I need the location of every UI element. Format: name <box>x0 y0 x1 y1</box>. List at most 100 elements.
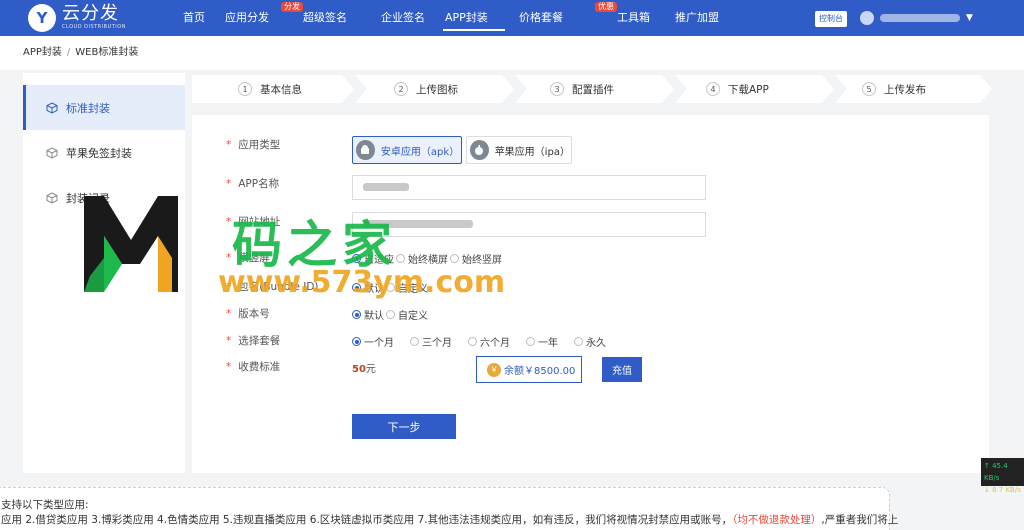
money-bag-icon: ￥ <box>487 362 501 377</box>
nav-item-super-sign[interactable]: 超级签名 <box>295 0 373 36</box>
sidebar-item-label: 标准封装 <box>66 101 110 115</box>
plan-option-6-months[interactable]: 六个月 <box>468 334 510 349</box>
upload-speed: ↑ 45.4 KB/s <box>984 462 1008 482</box>
ios-type-option[interactable]: 苹果应用（ipa） <box>466 136 572 164</box>
nav-label: 推广加盟 <box>675 11 719 24</box>
brand-subtitle: CLOUD DISTRIBUTION <box>62 24 126 30</box>
brand-logo[interactable]: Y 云分发 CLOUD DISTRIBUTION <box>28 4 126 32</box>
nav-item-home[interactable]: 首页 <box>175 0 217 36</box>
plan-option-forever[interactable]: 永久 <box>574 334 606 349</box>
ios-type-label: 苹果应用（ipa） <box>494 146 570 158</box>
version-option-default[interactable]: 默认 <box>352 307 384 322</box>
android-icon <box>356 140 375 160</box>
app-name-label: * APP名称 <box>226 178 280 190</box>
radio-button[interactable] <box>386 310 395 319</box>
step-number: 1 <box>238 82 252 96</box>
step-number: 4 <box>706 82 720 96</box>
radio-button[interactable] <box>352 310 361 319</box>
step-label: 上传图标 <box>416 83 458 96</box>
step-label: 上传发布 <box>884 83 926 96</box>
nav-item-pricing[interactable]: 价格套餐 优惠 <box>511 0 617 36</box>
main-nav: 首页 应用分发 分发 超级签名 企业签名 APP封装 价格套餐 优惠 工具箱 推广加… <box>175 0 731 36</box>
nav-label: 企业签名 <box>381 11 425 24</box>
step-number: 2 <box>394 82 408 96</box>
orientation-option-landscape[interactable]: 始终横屏 <box>396 251 448 266</box>
nav-label: 工具箱 <box>617 11 650 24</box>
url-input[interactable] <box>352 212 706 237</box>
recharge-button[interactable]: 充值 <box>602 357 642 382</box>
breadcrumb-current: WEB标准封装 <box>75 47 139 58</box>
blurred-value <box>363 183 409 191</box>
breadcrumb: APP封装 / WEB标准封装 <box>0 36 1024 70</box>
fee-value: 50元 <box>352 364 376 375</box>
brand-name: 云分发 <box>62 3 119 24</box>
notice-line-2-suffix: ,严重者我们将上 <box>821 514 899 526</box>
nav-label: APP封装 <box>445 11 488 24</box>
top-navbar: Y 云分发 CLOUD DISTRIBUTION 首页 应用分发 分发 超级签名 … <box>0 0 1024 36</box>
step-5: 5 上传发布 <box>862 75 926 103</box>
android-type-label: 安卓应用（apk） <box>380 146 460 158</box>
apple-icon <box>470 140 489 160</box>
balance-display: ￥ 余额￥8500.00 <box>476 356 582 383</box>
logo-icon: Y <box>28 4 56 32</box>
radio-button[interactable] <box>450 254 459 263</box>
step-label: 下载APP <box>728 83 769 96</box>
step-3: 3 配置插件 <box>550 75 614 103</box>
user-menu[interactable]: ▼ <box>860 8 980 28</box>
fee-label: * 收费标准 <box>226 361 281 373</box>
radio-button[interactable] <box>410 337 419 346</box>
radio-button[interactable] <box>396 254 405 263</box>
app-name-input[interactable] <box>352 175 706 200</box>
sidebar-item-apple-unsigned[interactable]: 苹果免签封装 <box>23 130 185 175</box>
nav-item-partner[interactable]: 推广加盟 <box>667 0 731 36</box>
radio-button[interactable] <box>352 337 361 346</box>
nav-item-app-package[interactable]: APP封装 <box>437 0 511 36</box>
radio-button[interactable] <box>574 337 583 346</box>
sidebar-item-label: 苹果免签封装 <box>66 146 132 160</box>
policy-notice: 支持以下类型应用: 应用 2.借贷类应用 3.博彩类应用 4.色情类应用 5.违… <box>0 487 898 530</box>
notice-warning: （均不做退款处理） <box>732 514 822 526</box>
step-4: 4 下载APP <box>706 75 769 103</box>
plan-option-1-year[interactable]: 一年 <box>526 334 558 349</box>
app-type-label: * 应用类型 <box>226 139 281 151</box>
notice-line-2: 应用 2.借贷类应用 3.博彩类应用 4.色情类应用 5.违规直播类应用 6.区… <box>1 514 733 526</box>
plan-option-1-month[interactable]: 一个月 <box>352 334 394 349</box>
plan-radio-group: 一个月 三个月 六个月 一年 永久 <box>352 334 622 349</box>
nav-label: 应用分发 <box>225 11 269 24</box>
orientation-option-portrait[interactable]: 始终竖屏 <box>450 251 502 266</box>
download-speed: ↓ 8.7 KB/s <box>984 486 1021 494</box>
step-indicator: 1 基本信息 2 上传图标 3 配置插件 4 下载APP 5 上传发布 <box>192 75 992 103</box>
version-label: * 版本号 <box>226 308 270 320</box>
android-type-option[interactable]: 安卓应用（apk） <box>352 136 462 164</box>
network-speed-widget: ↑ 45.4 KB/s ↓ 8.7 KB/s <box>981 458 1024 494</box>
nav-item-toolbox[interactable]: 工具箱 <box>609 0 667 36</box>
cube-icon <box>46 146 58 159</box>
console-button[interactable]: 控制台 <box>815 11 847 27</box>
nav-item-distribution[interactable]: 应用分发 分发 <box>217 0 303 36</box>
nav-label: 超级签名 <box>303 11 347 24</box>
version-option-custom[interactable]: 自定义 <box>386 307 428 322</box>
radio-button[interactable] <box>526 337 535 346</box>
breadcrumb-separator: / <box>66 47 71 58</box>
step-number: 5 <box>862 82 876 96</box>
cube-icon <box>46 101 58 114</box>
watermark-logo-icon <box>84 196 178 292</box>
next-step-button[interactable]: 下一步 <box>352 414 456 439</box>
step-1: 1 基本信息 <box>238 75 302 103</box>
cube-icon <box>46 191 58 204</box>
chevron-down-icon: ▼ <box>966 13 973 23</box>
plan-option-3-months[interactable]: 三个月 <box>410 334 452 349</box>
breadcrumb-root[interactable]: APP封装 <box>23 47 62 58</box>
nav-label: 价格套餐 <box>519 11 563 24</box>
nav-label: 首页 <box>183 11 205 24</box>
sidebar-item-standard[interactable]: 标准封装 <box>23 85 185 130</box>
plan-label: * 选择套餐 <box>226 335 281 347</box>
nav-item-enterprise-sign[interactable]: 企业签名 <box>373 0 437 36</box>
notice-line-1: 支持以下类型应用: <box>1 499 89 511</box>
watermark-url: www.573ym.com <box>218 265 506 300</box>
step-2: 2 上传图标 <box>394 75 458 103</box>
version-radio-group: 默认 自定义 <box>352 307 430 322</box>
balance-value: 余额￥8500.00 <box>504 366 576 377</box>
avatar <box>860 11 874 25</box>
radio-button[interactable] <box>468 337 477 346</box>
